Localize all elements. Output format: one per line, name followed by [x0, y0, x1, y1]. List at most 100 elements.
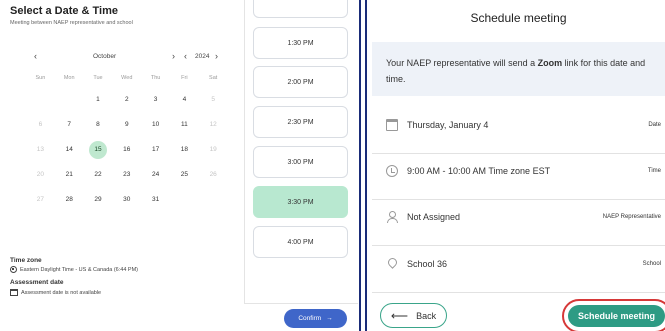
time-slot[interactable]: 2:30 PM — [253, 106, 348, 138]
day-number: 31 — [151, 196, 160, 203]
calendar-day-selected[interactable]: 15 — [84, 140, 113, 159]
calendar-day[interactable]: 24 — [141, 171, 170, 178]
day-number: 6 — [38, 121, 43, 128]
day-number: 9 — [124, 121, 129, 128]
detail-label: School — [642, 261, 661, 267]
day-number: 21 — [65, 171, 73, 178]
calendar-day[interactable]: 16 — [112, 146, 141, 153]
calendar-day[interactable]: 25 — [170, 171, 199, 178]
divider — [244, 303, 358, 304]
calendar-day[interactable]: 17 — [141, 146, 170, 153]
day-number: 25 — [180, 171, 188, 178]
calendar-day[interactable]: 30 — [112, 196, 141, 203]
day-number: 11 — [181, 121, 188, 128]
time-slot[interactable]: 1:30 PM — [253, 27, 348, 59]
calendar-day[interactable]: 31 — [141, 196, 170, 203]
calendar-day[interactable]: 7 — [55, 121, 84, 128]
zoom-info-banner: Your NAEP representative will send a Zoo… — [372, 42, 665, 96]
assessment-date-text: Assessment date is not available — [21, 289, 102, 296]
day-number: 15 — [88, 140, 107, 159]
calendar-day[interactable]: 23 — [112, 171, 141, 178]
time-slot[interactable]: 3:00 PM — [253, 146, 348, 178]
calendar-day[interactable]: 4 — [170, 96, 199, 103]
prev-month-button[interactable]: ‹ — [34, 51, 37, 61]
calendar-day[interactable]: 22 — [84, 171, 113, 178]
day-number: 23 — [123, 171, 131, 178]
info-text: Your NAEP representative will send a — [386, 58, 538, 68]
weekday-label: Fri — [181, 75, 188, 81]
timezone-value[interactable]: Eastern Daylight Time - US & Canada (6:4… — [10, 266, 138, 273]
month-label: October — [93, 53, 117, 60]
calendar-day[interactable]: 14 — [55, 146, 84, 153]
time-slot-partial[interactable] — [253, 0, 348, 18]
back-button[interactable]: ⟵ Back — [380, 303, 447, 328]
day-number: 20 — [36, 171, 45, 178]
calendar-day: 12 — [199, 121, 228, 128]
calendar-day[interactable]: 2 — [112, 96, 141, 103]
prev-year-button[interactable]: ‹ — [184, 51, 187, 61]
day-number: 29 — [94, 196, 102, 203]
time-slot[interactable]: 3:30 PM — [253, 186, 348, 218]
weekday-label: Tue — [93, 75, 103, 81]
day-number: 12 — [209, 121, 217, 128]
day-number: 4 — [182, 96, 187, 103]
time-slot[interactable]: 4:00 PM — [253, 226, 348, 258]
confirm-button[interactable]: Confirm → — [284, 309, 347, 328]
calendar-day[interactable]: 9 — [112, 121, 141, 128]
clock-icon — [386, 165, 398, 177]
day-number: 22 — [94, 171, 102, 178]
calendar-day[interactable]: 1 — [84, 96, 113, 103]
calendar-day[interactable]: 3 — [141, 96, 170, 103]
calendar-icon — [386, 119, 398, 131]
day-number: 28 — [65, 196, 73, 203]
weekday-label: Sun — [35, 75, 46, 81]
time-slot[interactable]: 2:00 PM — [253, 66, 348, 98]
calendar-week: 20 21 22 23 24 25 26 — [26, 162, 228, 187]
schedule-title: Schedule meeting — [470, 11, 567, 25]
calendar-day[interactable]: 10 — [141, 121, 170, 128]
detail-value: Not Assigned — [407, 212, 461, 222]
day-number: 5 — [211, 96, 215, 103]
calendar-day[interactable]: 8 — [84, 121, 113, 128]
calendar-day: 13 — [26, 146, 55, 153]
calendar-day[interactable]: 11 — [170, 121, 199, 128]
year-label: 2024 — [195, 53, 210, 60]
calendar-week: 1 2 3 4 5 — [26, 87, 228, 112]
detail-label: Date — [648, 122, 661, 128]
day-number: 17 — [151, 146, 160, 153]
confirm-label: Confirm — [298, 315, 322, 322]
calendar-day[interactable]: 21 — [55, 171, 84, 178]
next-month-button[interactable]: › — [172, 51, 175, 61]
calendar-week: 6 7 8 9 10 11 12 — [26, 112, 228, 137]
calendar-day[interactable]: 29 — [84, 196, 113, 203]
detail-value: 9:00 AM - 10:00 AM Time zone EST — [407, 166, 551, 176]
day-number: 18 — [180, 146, 188, 153]
detail-label: Time — [647, 168, 661, 174]
next-year-button[interactable]: › — [215, 51, 218, 61]
day-number: 3 — [153, 96, 158, 103]
picker-subtitle: Meeting between NAEP representative and … — [10, 20, 133, 26]
day-number: 8 — [96, 121, 100, 128]
assessment-date-label: Assessment date — [10, 279, 64, 286]
location-pin-icon — [386, 258, 398, 270]
detail-row: School 36 School — [372, 236, 665, 293]
day-number: 2 — [124, 96, 129, 103]
weekday-label: Wed — [121, 75, 133, 81]
assessment-date-value: Assessment date is not available — [10, 289, 101, 296]
calendar-day: 26 — [199, 171, 228, 178]
divider — [244, 0, 245, 303]
day-number: 13 — [36, 146, 45, 153]
calendar-day: 5 — [199, 96, 228, 103]
day-number: 16 — [123, 146, 131, 153]
schedule-meeting-button[interactable]: Schedule meeting — [568, 305, 665, 327]
day-number: 24 — [151, 171, 160, 178]
weekday-label: Sat — [209, 75, 218, 81]
calendar-day[interactable]: 18 — [170, 146, 199, 153]
panel-separator — [365, 0, 367, 331]
globe-icon — [10, 266, 17, 273]
calendar-week: 27 28 29 30 31 — [26, 187, 228, 212]
schedule-meeting-panel: Schedule meeting Your NAEP representativ… — [372, 0, 665, 331]
detail-label: NAEP Representative — [602, 214, 661, 220]
calendar-day[interactable]: 28 — [55, 196, 84, 203]
calendar-day: 27 — [26, 196, 55, 203]
